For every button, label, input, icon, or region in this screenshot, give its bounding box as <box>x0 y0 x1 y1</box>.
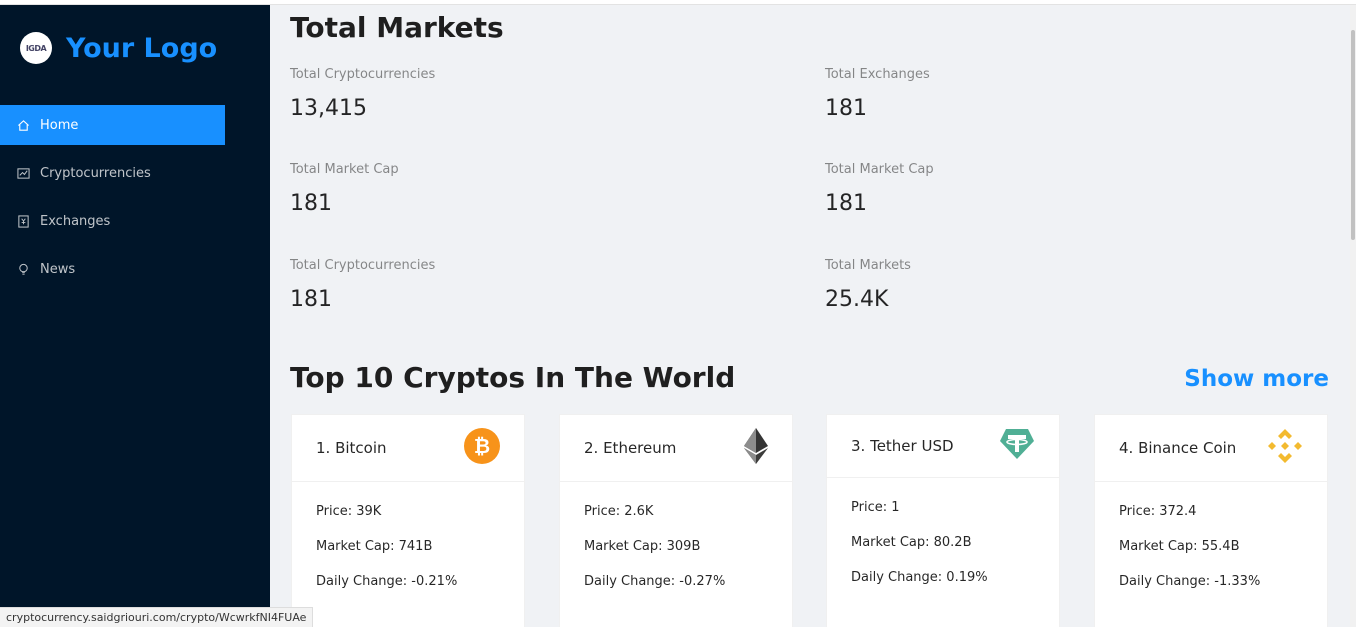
main-content: Total Markets Total Cryptocurrencies 13,… <box>270 5 1350 627</box>
section-title: Top 10 Cryptos In The World <box>290 361 736 394</box>
card-daily-change: Daily Change: -1.33% <box>1119 574 1261 589</box>
sidebar-item-exchanges[interactable]: Exchanges <box>0 201 225 241</box>
card-price: Price: 39K <box>316 504 382 519</box>
sidebar-item-home[interactable]: Home <box>0 105 225 145</box>
stat-total-cryptocurrencies-2: Total Cryptocurrencies 181 <box>290 258 690 312</box>
card-price: Price: 2.6K <box>584 504 654 519</box>
stat-total-market-cap: Total Market Cap 181 <box>290 162 690 216</box>
card-title: 1. Bitcoin <box>316 439 387 457</box>
ethereum-icon <box>744 428 768 468</box>
stat-title: Total Cryptocurrencies <box>290 67 436 82</box>
card-header: 4. Binance Coin <box>1095 415 1327 482</box>
logo-text[interactable]: Your Logo <box>66 33 217 64</box>
scrollbar[interactable] <box>1350 5 1356 627</box>
stat-title: Total Markets <box>825 258 911 273</box>
sidebar-item-label: Cryptocurrencies <box>40 165 151 181</box>
bulb-icon <box>16 262 30 276</box>
page-title: Total Markets <box>290 11 504 44</box>
stat-value: 181 <box>825 96 867 121</box>
tether-icon <box>999 428 1035 464</box>
card-market-cap: Market Cap: 309B <box>584 539 701 554</box>
card-daily-change: Daily Change: 0.19% <box>851 570 988 585</box>
fund-icon <box>16 166 30 180</box>
sidebar-item-label: Home <box>40 117 79 133</box>
card-price: Price: 1 <box>851 500 900 515</box>
card-body: Price: 1 Market Cap: 80.2B Daily Change:… <box>827 478 1059 627</box>
crypto-card-tether[interactable]: 3. Tether USD Price: 1 Market Cap: 80.2B… <box>826 414 1060 627</box>
card-body: Price: 372.4 Market Cap: 55.4B Daily Cha… <box>1095 482 1327 627</box>
show-more-link[interactable]: Show more <box>1184 366 1329 392</box>
stat-title: Total Cryptocurrencies <box>290 258 436 273</box>
svg-text:₿: ₿ <box>474 434 490 458</box>
sidebar: IGDA Your Logo Home Cryptocurrencies Exc… <box>0 5 270 627</box>
card-title: 2. Ethereum <box>584 439 677 457</box>
card-daily-change: Daily Change: -0.27% <box>584 574 726 589</box>
scrollbar-thumb[interactable] <box>1351 30 1355 240</box>
card-title: 4. Binance Coin <box>1119 439 1237 457</box>
card-market-cap: Market Cap: 741B <box>316 539 433 554</box>
binance-icon <box>1267 428 1303 468</box>
bitcoin-icon: ₿ <box>464 428 500 468</box>
stat-total-market-cap-2: Total Market Cap 181 <box>825 162 1225 216</box>
card-market-cap: Market Cap: 80.2B <box>851 535 972 550</box>
crypto-card-ethereum[interactable]: 2. Ethereum Price: 2.6K Market Cap: 309B… <box>559 414 793 627</box>
stat-total-markets: Total Markets 25.4K <box>825 258 1225 312</box>
crypto-card-bitcoin[interactable]: 1. Bitcoin ₿ Price: 39K Market Cap: 741B… <box>291 414 525 627</box>
stat-title: Total Market Cap <box>290 162 399 177</box>
card-header: 1. Bitcoin ₿ <box>292 415 524 482</box>
sidebar-item-label: Exchanges <box>40 213 111 229</box>
crypto-card-binance[interactable]: 4. Binance Coin Price: 372.4 Market Cap:… <box>1094 414 1328 627</box>
stat-value: 25.4K <box>825 287 889 312</box>
money-collect-icon <box>16 214 30 228</box>
sidebar-item-label: News <box>40 261 76 277</box>
home-icon <box>16 118 30 132</box>
status-bar-url: cryptocurrency.saidgriouri.com/crypto/Wc… <box>0 607 314 627</box>
stat-value: 181 <box>290 287 332 312</box>
card-header: 3. Tether USD <box>827 415 1059 478</box>
stat-value: 181 <box>825 191 867 216</box>
card-daily-change: Daily Change: -0.21% <box>316 574 458 589</box>
stat-title: Total Market Cap <box>825 162 934 177</box>
sidebar-item-cryptocurrencies[interactable]: Cryptocurrencies <box>0 153 225 193</box>
card-title: 3. Tether USD <box>851 437 954 455</box>
sidebar-item-news[interactable]: News <box>0 249 225 289</box>
card-header: 2. Ethereum <box>560 415 792 482</box>
logo-image: IGDA <box>20 32 52 64</box>
card-market-cap: Market Cap: 55.4B <box>1119 539 1240 554</box>
sidebar-menu: Home Cryptocurrencies Exchanges News <box>0 105 270 297</box>
stat-total-exchanges: Total Exchanges 181 <box>825 67 1225 121</box>
logo[interactable]: IGDA Your Logo <box>20 32 217 64</box>
stat-value: 13,415 <box>290 96 367 121</box>
stat-total-cryptocurrencies: Total Cryptocurrencies 13,415 <box>290 67 690 121</box>
stat-value: 181 <box>290 191 332 216</box>
stat-title: Total Exchanges <box>825 67 930 82</box>
card-body: Price: 2.6K Market Cap: 309B Daily Chang… <box>560 482 792 627</box>
card-price: Price: 372.4 <box>1119 504 1197 519</box>
card-body: Price: 39K Market Cap: 741B Daily Change… <box>292 482 524 627</box>
